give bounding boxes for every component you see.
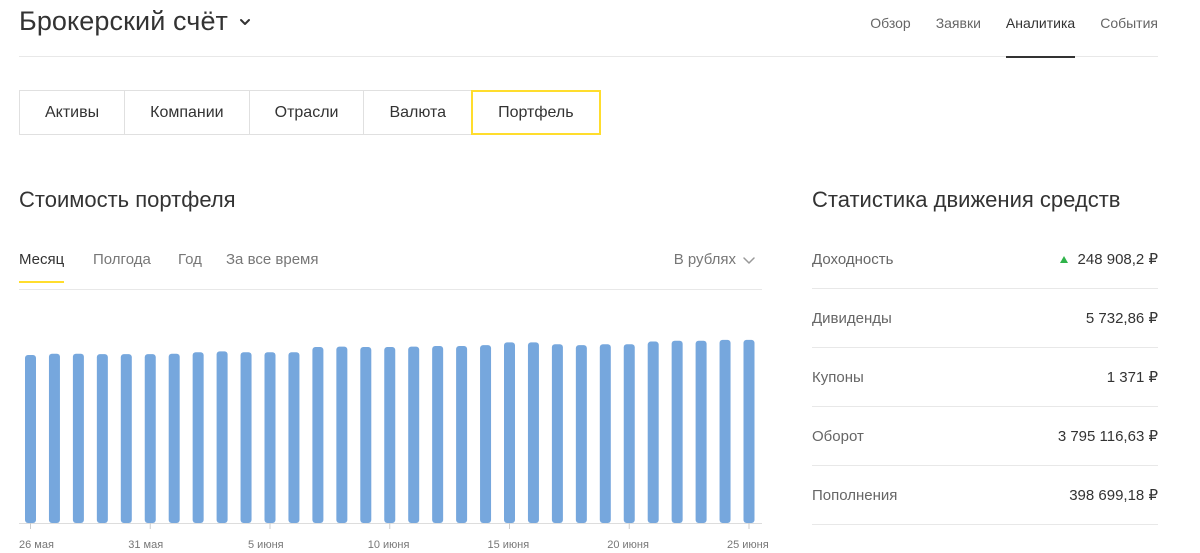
stat-row-turnover: Оборот 3 795 116,63 ₽ (812, 407, 1158, 466)
chart-bar[interactable] (671, 340, 683, 523)
chart-bar[interactable] (216, 351, 228, 523)
chart-bar[interactable] (695, 340, 707, 523)
account-selector[interactable]: Брокерский счёт (19, 6, 252, 37)
period-half-year[interactable]: Полгода (93, 251, 151, 282)
stat-label: Оборот (812, 427, 864, 445)
chart-bar[interactable] (192, 352, 204, 523)
chart-bar[interactable] (360, 347, 372, 523)
x-tick-label: 26 мая (19, 539, 54, 551)
stat-value: 1 371 ₽ (1106, 369, 1158, 386)
chart-bar[interactable] (647, 341, 659, 523)
cashflow-stats-title: Статистика движения средств (812, 187, 1121, 212)
chart-bar[interactable] (623, 344, 635, 523)
chevron-down-icon (743, 256, 755, 264)
portfolio-value-title: Стоимость портфеля (19, 187, 236, 212)
stat-label: Пополнения (812, 486, 898, 504)
stat-value: 248 908,2 ₽ (1059, 250, 1158, 268)
chart-bar[interactable] (25, 355, 36, 523)
stat-value: 398 699,18 ₽ (1069, 487, 1158, 504)
stat-label: Доходность (812, 250, 894, 268)
chart-bar[interactable] (719, 339, 731, 523)
stat-row-dividends: Дивиденды 5 732,86 ₽ (812, 289, 1158, 348)
chart-bar[interactable] (480, 345, 492, 523)
chart-bar[interactable] (432, 345, 444, 523)
chart-bar[interactable] (120, 354, 132, 523)
period-year[interactable]: Год (178, 251, 202, 282)
stat-row-deposits: Пополнения 398 699,18 ₽ (812, 466, 1158, 525)
category-tabs: Активы Компании Отрасли Валюта Портфель (19, 90, 601, 135)
currency-select-label: В рублях (673, 251, 736, 268)
nav-analytics[interactable]: Аналитика (1005, 0, 1076, 58)
nav-overview[interactable]: Обзор (870, 0, 910, 57)
period-month[interactable]: Месяц (19, 251, 65, 283)
chart-bar[interactable] (575, 345, 587, 523)
chart-bar[interactable] (599, 344, 611, 523)
chart-bar[interactable] (168, 353, 180, 523)
period-all-time[interactable]: За все время (226, 251, 318, 282)
chart-bar[interactable] (384, 347, 396, 523)
stat-label: Дивиденды (812, 309, 892, 327)
chart-bar[interactable] (72, 353, 84, 523)
tab-companies[interactable]: Компании (124, 90, 250, 135)
stat-row-coupons: Купоны 1 371 ₽ (812, 348, 1158, 407)
top-nav: Обзор Заявки Аналитика События (845, 0, 1158, 58)
chart-bar[interactable] (96, 354, 108, 523)
nav-orders[interactable]: Заявки (936, 0, 981, 57)
stat-value: 3 795 116,63 ₽ (1057, 428, 1158, 445)
account-title: Брокерский счёт (19, 6, 229, 36)
chart-bar[interactable] (240, 352, 252, 523)
tab-currency[interactable]: Валюта (363, 90, 473, 135)
x-tick-label: 20 июня (607, 539, 649, 551)
stat-value: 5 732,86 ₽ (1085, 310, 1158, 327)
nav-events[interactable]: События (1100, 0, 1158, 57)
x-tick-label: 15 июня (488, 539, 530, 551)
chart-bar[interactable] (743, 339, 755, 523)
chart-bar[interactable] (48, 353, 60, 523)
cashflow-stats: Доходность 248 908,2 ₽ Дивиденды 5 732,8… (812, 230, 1158, 525)
tab-industries[interactable]: Отрасли (248, 90, 365, 135)
stat-value-text: 248 908,2 ₽ (1077, 251, 1158, 268)
chart-bar[interactable] (312, 347, 324, 523)
chart-bar[interactable] (288, 352, 300, 523)
chevron-down-icon (240, 18, 251, 25)
x-tick-label: 25 июня (727, 539, 769, 551)
chart-bar[interactable] (456, 345, 468, 523)
currency-select[interactable]: В рублях (674, 251, 756, 268)
x-tick-label: 31 мая (128, 539, 163, 551)
x-tick-label: 10 июня (368, 539, 410, 551)
portfolio-value-chart: 26 мая 31 мая 5 июня 10 июня 15 июня 20 июня 2… (19, 339, 769, 551)
chart-bar[interactable] (504, 342, 515, 523)
tab-portfolio[interactable]: Портфель (471, 90, 601, 135)
chart-bar[interactable] (264, 352, 276, 523)
period-tabs: Месяц Полгода Год За все время В рублях (19, 240, 762, 290)
stat-row-yield: Доходность 248 908,2 ₽ (812, 230, 1158, 289)
triangle-up-icon (1059, 255, 1068, 263)
stat-label: Купоны (812, 368, 864, 386)
chart-bar[interactable] (551, 344, 563, 523)
tab-assets[interactable]: Активы (19, 90, 126, 135)
chart-bar[interactable] (527, 342, 539, 523)
chart-bar[interactable] (144, 354, 156, 523)
chart-bar[interactable] (408, 346, 420, 523)
page-header: Брокерский счёт Обзор Заявки Аналитика С… (19, 0, 1158, 58)
chart-bar[interactable] (336, 346, 348, 523)
x-tick-label: 5 июня (248, 539, 284, 551)
